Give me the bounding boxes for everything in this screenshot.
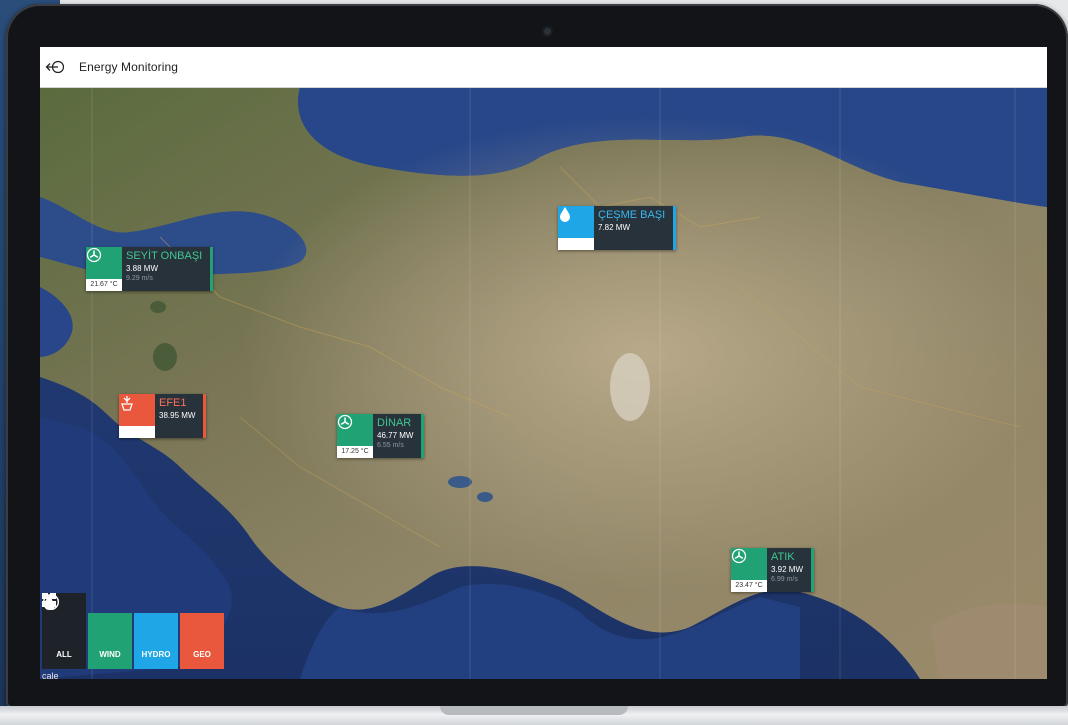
site-accent-bar — [673, 206, 677, 250]
site-marker-seyit-onbasi[interactable]: 21.67 °C SEYİT ONBAŞI 3.88 MW 9.29 m/s — [86, 247, 214, 291]
wind-turbine-icon — [731, 548, 767, 580]
site-accent-bar — [203, 394, 207, 438]
site-power: 3.92 MW — [771, 565, 804, 574]
site-marker-dinar[interactable]: 17.25 °C DİNAR 46.77 MW 6.55 m/s — [337, 414, 425, 458]
map-scale-label: cale — [42, 671, 59, 679]
site-temperature: 17.25 °C — [337, 446, 373, 458]
filter-hydro-label: HYDRO — [141, 650, 171, 659]
wind-turbine-icon — [86, 247, 122, 279]
filter-hydro-button[interactable]: HYDRO — [44, 595, 178, 669]
site-temperature — [119, 426, 155, 438]
site-name: ATIK — [771, 551, 795, 563]
geothermal-icon — [119, 394, 155, 426]
site-wind-speed: 9.29 m/s — [126, 275, 153, 282]
site-accent-bar — [210, 247, 214, 291]
filter-all-label: ALL — [56, 650, 72, 659]
site-temperature: 23.47 °C — [731, 580, 767, 592]
site-name: EFE1 — [159, 397, 187, 409]
satellite-map[interactable]: 21.67 °C SEYİT ONBAŞI 3.88 MW 9.29 m/s Ç… — [40, 87, 1047, 679]
app-header: Energy Monitoring — [40, 47, 1047, 88]
page-title: Energy Monitoring — [79, 60, 179, 74]
site-power: 46.77 MW — [377, 431, 414, 440]
site-wind-speed: 6.55 m/s — [377, 442, 404, 449]
site-marker-efe1[interactable]: EFE1 38.95 MW — [119, 394, 207, 438]
app-screen: Energy Monitoring 21.67 °C SEYİT ONBAŞI … — [40, 47, 1047, 679]
filter-geo-button[interactable]: GEO — [44, 595, 224, 669]
site-name: ÇEŞME BAŞI — [598, 209, 666, 221]
site-wind-speed: 6.99 m/s — [771, 576, 798, 583]
site-power: 3.88 MW — [126, 264, 159, 273]
site-accent-bar — [811, 548, 815, 592]
filter-wind-button[interactable]: WIND — [42, 593, 132, 669]
filter-geo-label: GEO — [193, 650, 211, 659]
site-marker-cesme-basi[interactable]: ÇEŞME BAŞI 7.82 MW — [558, 206, 677, 250]
laptop-base-notch — [440, 706, 628, 715]
site-temperature: 21.67 °C — [86, 279, 122, 291]
site-name: SEYİT ONBAŞI — [126, 250, 203, 262]
filter-wind-label: WIND — [99, 650, 121, 659]
filter-toolbar: ALL WIND HYDRO GEO — [42, 593, 226, 669]
site-marker-atik[interactable]: 23.47 °C ATIK 3.92 MW 6.99 m/s — [731, 548, 815, 592]
site-name: DİNAR — [377, 417, 412, 429]
wind-turbine-icon — [337, 414, 373, 446]
site-temperature — [558, 238, 594, 250]
water-drop-icon — [558, 206, 594, 238]
site-power: 38.95 MW — [159, 411, 196, 420]
map-terrain — [40, 87, 1047, 679]
site-accent-bar — [421, 414, 425, 458]
back-arrow-icon[interactable] — [45, 56, 67, 78]
site-power: 7.82 MW — [598, 223, 631, 232]
webcam — [544, 28, 551, 35]
